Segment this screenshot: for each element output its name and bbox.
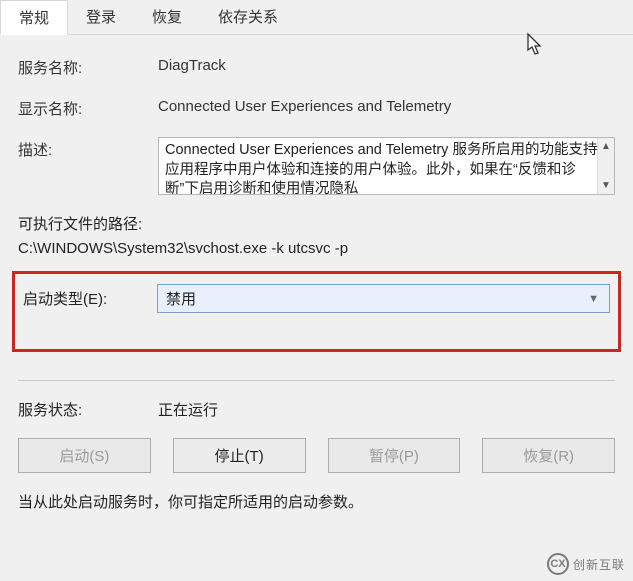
exe-path-value: C:\WINDOWS\System32\svchost.exe -k utcsv… [18, 240, 615, 257]
startup-type-select[interactable]: 禁用 ▼ [157, 284, 610, 313]
startup-type-highlight: 启动类型(E): 禁用 ▼ [12, 271, 621, 352]
service-name-value: DiagTrack [158, 55, 615, 74]
start-button: 启动(S) [18, 438, 151, 473]
watermark-text: 创新互联 [573, 556, 625, 573]
exe-path-label: 可执行文件的路径: [18, 213, 615, 234]
properties-panel: 服务名称: DiagTrack 显示名称: Connected User Exp… [0, 35, 633, 512]
description-textbox[interactable]: Connected User Experiences and Telemetry… [158, 137, 615, 195]
tab-bar: 常规 登录 恢复 依存关系 [0, 0, 633, 35]
scrollbar[interactable]: ▲ ▼ [597, 138, 614, 194]
tab-dependencies[interactable]: 依存关系 [200, 0, 296, 34]
tab-recovery[interactable]: 恢复 [134, 0, 200, 34]
scroll-up-icon[interactable]: ▲ [601, 140, 611, 154]
display-name-label: 显示名称: [18, 96, 158, 119]
stop-button[interactable]: 停止(T) [173, 438, 306, 473]
description-text: Connected User Experiences and Telemetry… [165, 142, 597, 195]
watermark-icon: CX [547, 553, 569, 575]
watermark: CX 创新互联 [547, 553, 625, 575]
pause-button: 暂停(P) [328, 438, 461, 473]
startup-params-hint: 当从此处启动服务时，你可指定所适用的启动参数。 [18, 491, 615, 512]
service-status-value: 正在运行 [158, 399, 218, 420]
service-name-label: 服务名称: [18, 55, 158, 78]
service-status-label: 服务状态: [18, 399, 158, 420]
chevron-down-icon: ▼ [588, 293, 599, 305]
resume-button: 恢复(R) [482, 438, 615, 473]
startup-type-value: 禁用 [166, 291, 196, 308]
tab-logon[interactable]: 登录 [68, 0, 134, 34]
tab-general[interactable]: 常规 [0, 0, 68, 35]
startup-type-label: 启动类型(E): [23, 288, 157, 309]
separator [18, 380, 615, 381]
control-button-row: 启动(S) 停止(T) 暂停(P) 恢复(R) [18, 438, 615, 473]
display-name-value: Connected User Experiences and Telemetry [158, 96, 615, 115]
scroll-down-icon[interactable]: ▼ [601, 179, 611, 193]
description-label: 描述: [18, 137, 158, 160]
